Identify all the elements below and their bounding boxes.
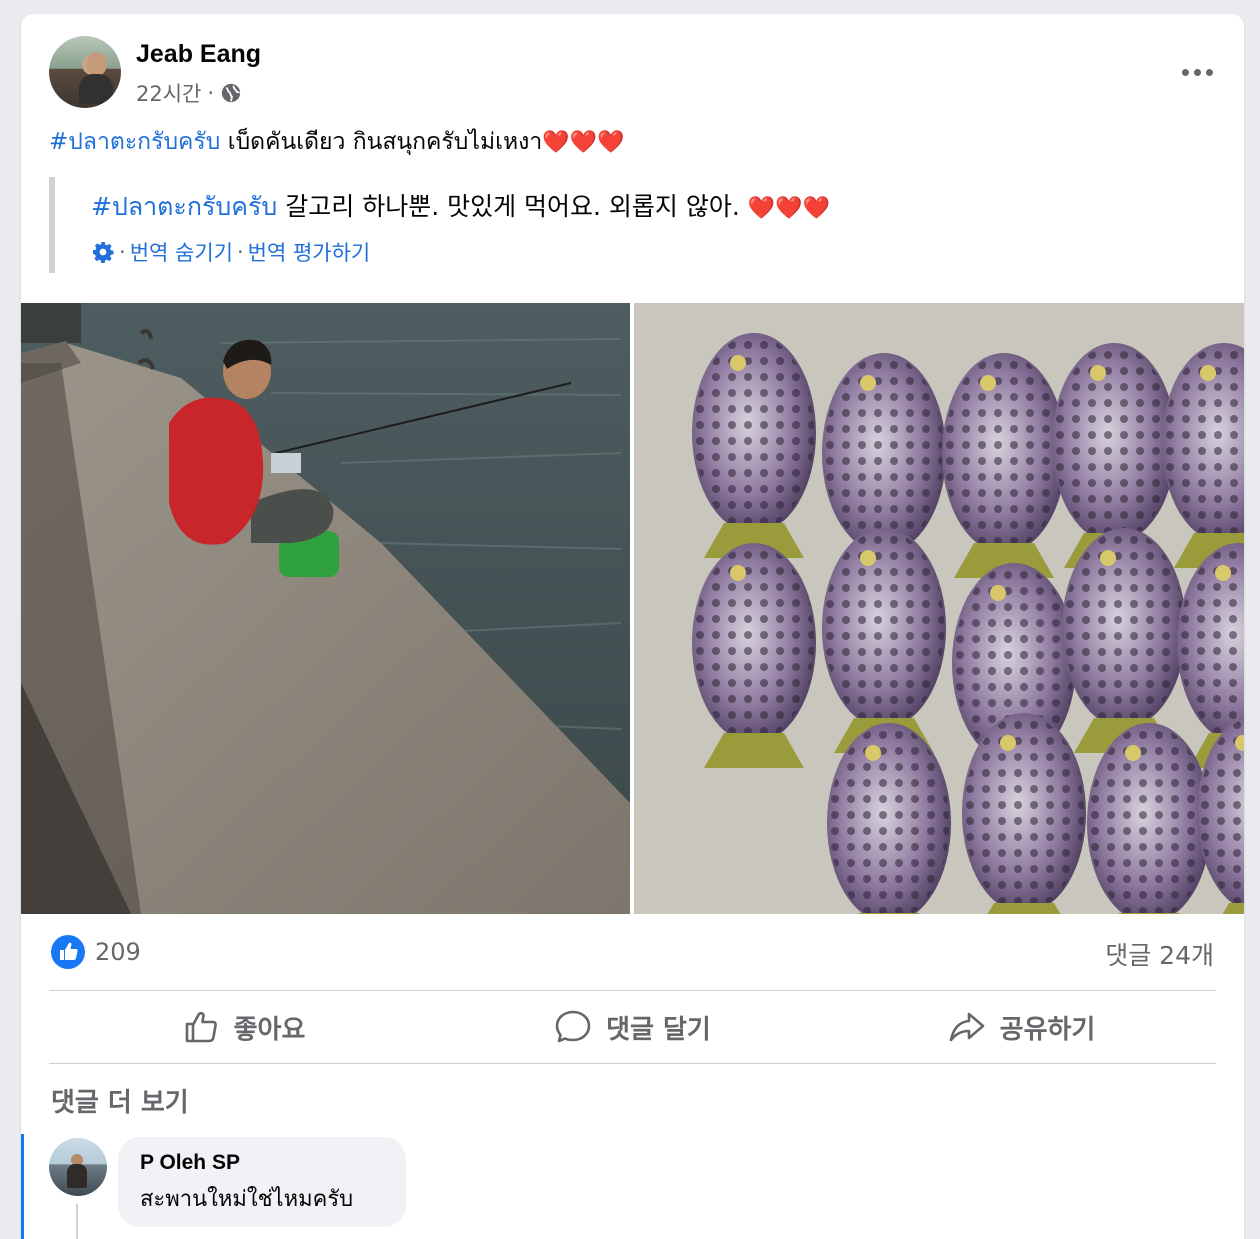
- translation-block: #ปลาตะกรับครับ 갈고리 하나뿐. 맛있게 먹어요. 외롭지 않아.…: [49, 177, 1189, 273]
- author-name[interactable]: Jeab Eang: [136, 40, 261, 69]
- more-options-icon[interactable]: [1175, 62, 1219, 82]
- comment-count[interactable]: 댓글 24개: [1105, 936, 1214, 972]
- comment-button[interactable]: 댓글 달기: [438, 991, 827, 1063]
- translation-hearts: ❤️❤️❤️: [747, 196, 830, 221]
- share-label: 공유하기: [999, 1014, 1096, 1045]
- photo-man-fishing[interactable]: [21, 303, 630, 914]
- translation-links: · 번역 숨기기 · 번역 평가하기: [91, 237, 370, 267]
- gear-icon[interactable]: [91, 240, 115, 264]
- link-separator: ·: [119, 240, 126, 264]
- post-body: เบ็ดคันเดียว กินสนุกครับไม่เหงา: [220, 129, 543, 155]
- hearts-emoji: ❤️❤️❤️: [542, 130, 625, 155]
- share-button[interactable]: 공유하기: [827, 991, 1216, 1063]
- link-separator: ·: [236, 240, 244, 264]
- commenter-name[interactable]: P Oleh SP: [140, 1151, 384, 1175]
- action-bar: 좋아요 댓글 달기 공유하기: [49, 991, 1216, 1063]
- reactions-summary[interactable]: 209: [51, 932, 141, 972]
- comment-label: 댓글 달기: [606, 1014, 711, 1045]
- hide-translation-link[interactable]: 번역 숨기기: [130, 237, 233, 267]
- comment-item: P Oleh SP สะพานใหม่ใช่ไหมครับ: [21, 1134, 1244, 1239]
- comment-bubble: P Oleh SP สะพานใหม่ใช่ไหมครับ: [118, 1137, 406, 1227]
- photo-fish-catch[interactable]: [634, 303, 1244, 914]
- rate-translation-link[interactable]: 번역 평가하기: [248, 237, 371, 267]
- post-hashtag[interactable]: #ปลาตะกรับครับ: [49, 129, 220, 155]
- speech-bubble-icon: [555, 1010, 591, 1043]
- view-more-comments-link[interactable]: 댓글 더 보기: [51, 1082, 189, 1119]
- comment-highlight-bar: [21, 1134, 24, 1239]
- post-meta: 22시간 ·: [136, 78, 242, 108]
- commenter-avatar[interactable]: [49, 1138, 107, 1196]
- post-text: #ปลาตะกรับครับ เบ็ดคันเดียว กินสนุกครับไ…: [49, 124, 624, 160]
- globe-icon: [221, 83, 241, 103]
- thumbs-up-icon: [185, 1011, 217, 1043]
- share-arrow-icon: [949, 1012, 984, 1042]
- like-button[interactable]: 좋아요: [49, 991, 438, 1063]
- author-avatar[interactable]: [49, 36, 121, 108]
- reaction-count: 209: [95, 938, 141, 966]
- post-card: Jeab Eang 22시간 · #ปลาตะกรับครับ เบ็ดคันเ…: [21, 14, 1244, 1239]
- post-header: Jeab Eang 22시간 ·: [49, 36, 1219, 108]
- like-label: 좋아요: [233, 1014, 306, 1045]
- reply-thread-line: [76, 1204, 78, 1239]
- post-time[interactable]: 22시간: [136, 78, 201, 108]
- post-photos: [21, 303, 1244, 914]
- divider: [49, 1063, 1216, 1064]
- translation-text: #ปลาตะกรับครับ 갈고리 하나뿐. 맛있게 먹어요. 외롭지 않아.…: [91, 187, 830, 227]
- translation-body: 갈고리 하나뿐. 맛있게 먹어요. 외롭지 않아.: [277, 192, 748, 221]
- comment-text: สะพานใหม่ใช่ไหมครับ: [140, 1187, 354, 1212]
- translation-hashtag[interactable]: #ปลาตะกรับครับ: [91, 192, 277, 221]
- like-reaction-icon: [51, 935, 85, 969]
- meta-separator: ·: [207, 81, 215, 105]
